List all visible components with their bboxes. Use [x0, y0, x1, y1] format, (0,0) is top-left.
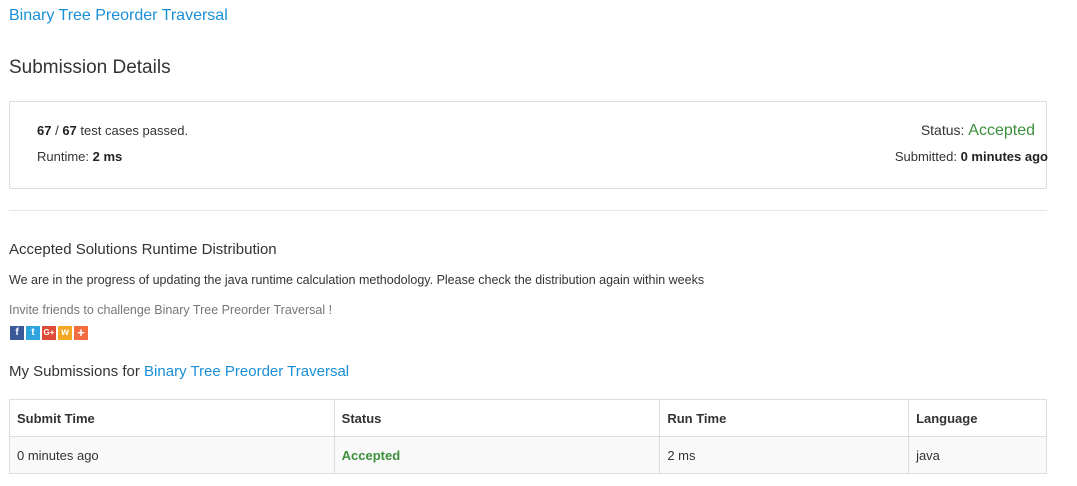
cell-status[interactable]: Accepted	[333, 436, 661, 474]
details-right: Status: Accepted Submitted: 0 minutes ag…	[895, 121, 1048, 165]
invite-text: Invite friends to challenge Binary Tree …	[9, 303, 333, 317]
submitted-label: Submitted:	[894, 149, 961, 164]
section-divider	[9, 210, 1047, 211]
table-header-row: Submit Time Status Run Time Language	[9, 399, 1047, 437]
share-icons: f t G+ w +	[10, 326, 88, 340]
facebook-icon[interactable]: f	[10, 326, 24, 340]
submissions-table: Submit Time Status Run Time Language 0 m…	[9, 399, 1047, 474]
google-plus-icon[interactable]: G+	[42, 326, 56, 340]
distribution-note: We are in the progress of updating the j…	[9, 273, 705, 287]
test-cases-summary: 67 / 67 test cases passed.	[37, 123, 188, 139]
status-value: Accepted	[968, 122, 1035, 139]
cell-status-link[interactable]: Accepted	[342, 448, 401, 463]
header-language: Language	[908, 399, 1047, 437]
page-title: Submission Details	[9, 57, 171, 78]
count-separator: /	[51, 123, 63, 138]
weibo-icon[interactable]: w	[58, 326, 72, 340]
header-submit-time: Submit Time	[9, 399, 335, 437]
runtime-value: 2 ms	[92, 149, 123, 164]
submitted-value: 0 minutes ago	[960, 149, 1048, 164]
passed-suffix: test cases passed.	[76, 123, 189, 138]
distribution-title: Accepted Solutions Runtime Distribution	[9, 241, 277, 258]
submitted-line: Submitted: 0 minutes ago	[895, 149, 1048, 165]
share-more-icon[interactable]: +	[74, 326, 88, 340]
my-submissions-heading: My Submissions for Binary Tree Preorder …	[9, 362, 349, 382]
submission-details-panel: 67 / 67 test cases passed. Runtime: 2 ms…	[9, 101, 1048, 189]
cell-language: java	[908, 436, 1047, 474]
cell-submit-time: 0 minutes ago	[9, 436, 335, 474]
runtime-line: Runtime: 2 ms	[37, 149, 188, 165]
runtime-label: Runtime:	[37, 149, 93, 164]
details-left: 67 / 67 test cases passed. Runtime: 2 ms	[37, 123, 188, 165]
problem-link[interactable]: Binary Tree Preorder Traversal	[9, 6, 228, 26]
status-label: Status:	[920, 122, 969, 138]
passed-count: 67	[37, 123, 52, 138]
status-line: Status: Accepted	[895, 121, 1035, 140]
twitter-icon[interactable]: t	[26, 326, 40, 340]
header-status: Status	[333, 399, 661, 437]
total-count: 67	[62, 123, 77, 138]
table-row: 0 minutes ago Accepted 2 ms java	[9, 436, 1047, 474]
my-submissions-problem-link[interactable]: Binary Tree Preorder Traversal	[144, 363, 349, 380]
cell-run-time: 2 ms	[659, 436, 910, 474]
my-submissions-prefix: My Submissions for	[9, 363, 145, 380]
header-run-time: Run Time	[659, 399, 910, 437]
